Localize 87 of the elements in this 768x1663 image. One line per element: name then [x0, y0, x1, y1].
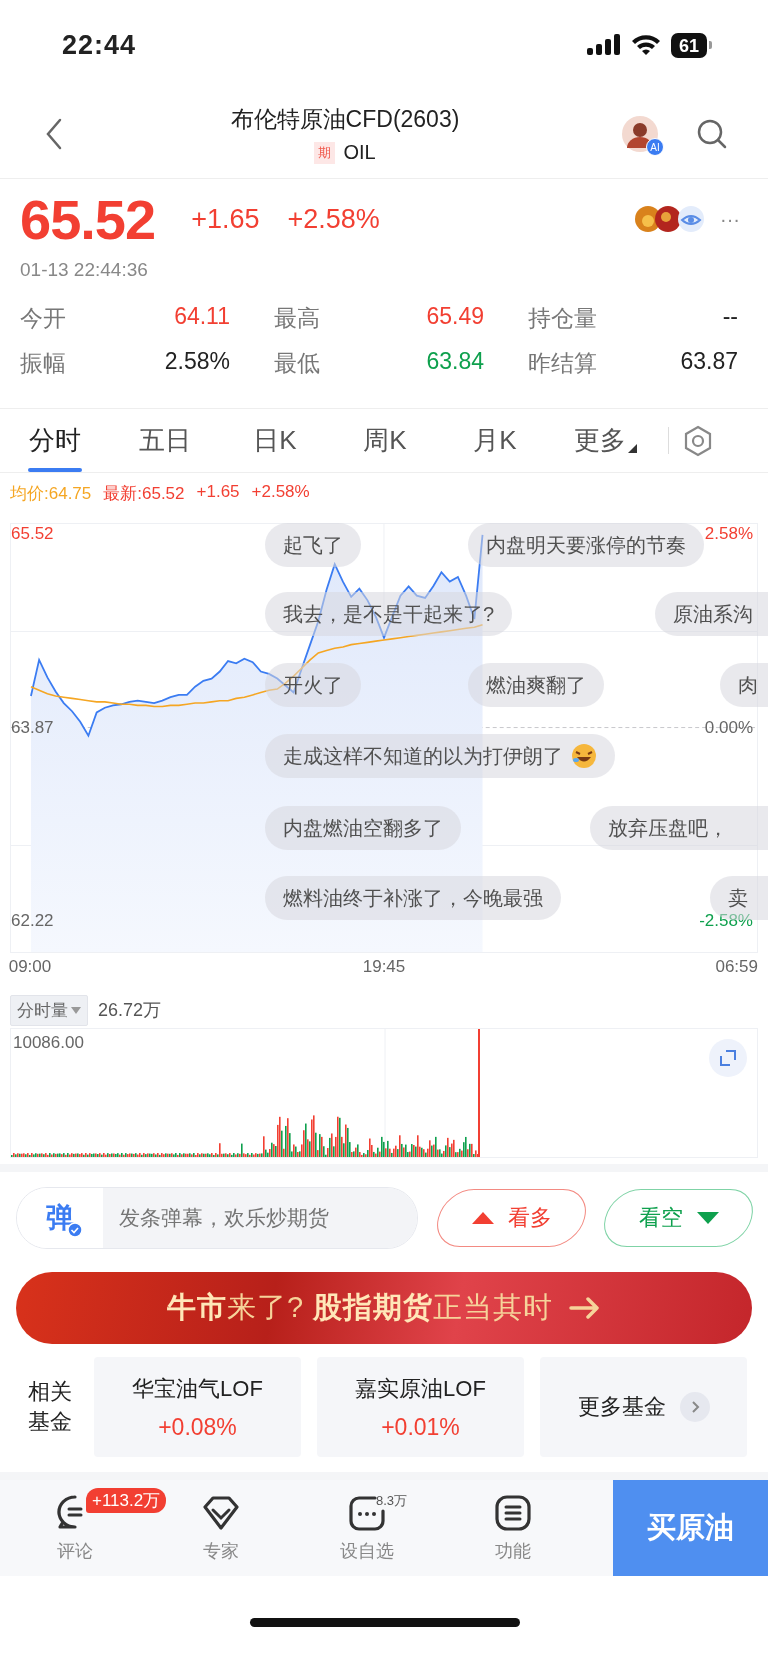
chart-tab[interactable]: 五日	[110, 409, 220, 472]
avatar-stack-icon[interactable]	[634, 205, 706, 233]
search-icon[interactable]	[696, 118, 728, 150]
dropdown-icon	[71, 1006, 81, 1014]
total-volume: 26.72万	[98, 999, 162, 1022]
chart-tab[interactable]: 周K	[330, 409, 440, 472]
price-change: +1.65	[191, 203, 260, 235]
fund-name: 嘉实原油LOF	[355, 1374, 486, 1403]
signal-icon	[586, 34, 621, 56]
up-triangle-icon	[471, 1212, 494, 1224]
axis-label: 09:00	[8, 957, 52, 977]
arrow-right-icon	[569, 1297, 602, 1319]
list-icon	[493, 1493, 533, 1533]
stat-value: 65.49	[426, 303, 484, 331]
comment-bubble: 走成这样不知道的以为打伊朗了	[265, 734, 615, 778]
fund-card[interactable]: 嘉实原油LOF +0.01%	[317, 1357, 524, 1457]
fund-change: +0.08%	[158, 1413, 237, 1441]
quote-timestamp: 01-13 22:44:36	[20, 259, 149, 281]
stat-label: 持仓量	[528, 304, 597, 333]
stat-label: 最高	[274, 304, 320, 333]
stat-value: 63.84	[426, 348, 484, 376]
promo-banner[interactable]: 牛市来了? 股指期货正当其时	[16, 1272, 752, 1344]
latest-price: 最新:65.52	[103, 483, 185, 505]
chevron-right-icon	[679, 1392, 710, 1422]
stat-label: 今开	[20, 304, 66, 333]
expand-icon[interactable]	[709, 1039, 747, 1077]
more-funds-text: 更多基金	[577, 1393, 666, 1421]
wifi-icon	[630, 34, 661, 56]
count-badge: +113.2万	[86, 1488, 167, 1513]
comment-bubble: 开火了	[265, 663, 361, 707]
nav-item[interactable]: 功能	[440, 1480, 586, 1576]
futures-tag: 期	[314, 141, 336, 164]
stat-label: 最低	[274, 349, 320, 378]
chart-tab[interactable]: 更多	[550, 409, 660, 472]
axis-label: 2.58%	[704, 524, 753, 544]
comment-bubble: 燃料油终于补涨了，今晚最强	[265, 876, 561, 920]
percent-change: +2.58%	[251, 482, 310, 503]
comment-bubble: 内盘燃油空翻多了	[265, 806, 461, 850]
axis-label: 06:59	[715, 957, 758, 977]
ai-badge: AI	[646, 138, 664, 156]
clock-time: 22:44	[62, 29, 137, 61]
axis-label: 62.22	[11, 911, 54, 931]
danmaku-label: 弹	[46, 1201, 74, 1235]
volume-selector[interactable]: 分时量	[10, 994, 88, 1026]
diamond-check-icon	[201, 1493, 241, 1533]
battery-level: 61	[670, 32, 707, 58]
comment-bubble: 我去，是不是干起来了?	[265, 592, 513, 636]
stat-value: 64.11	[174, 303, 230, 331]
axis-label: 19:45	[362, 957, 406, 977]
average-price: 均价:64.75	[10, 483, 92, 505]
stat-label: 振幅	[20, 349, 66, 378]
fund-card[interactable]: 华宝油气LOF +0.08%	[94, 1357, 301, 1457]
comment-bubble: 内盘明天要涨停的节奏	[468, 523, 704, 567]
comment-field[interactable]: 发条弹幕，欢乐炒期货	[103, 1188, 417, 1248]
section-label: 相关基金	[28, 1378, 73, 1436]
axis-label: 63.87	[11, 717, 54, 738]
comment-bubble: 起飞了	[265, 523, 361, 567]
watch-count: 8.3万	[376, 1492, 408, 1510]
banner-text: 牛市来了? 股指期货正当其时	[166, 1290, 554, 1325]
chart-tab[interactable]: 日K	[220, 409, 330, 472]
fund-change: +0.01%	[381, 1413, 460, 1441]
comment-bubble: 放弃压盘吧，	[590, 806, 768, 850]
stat-value: 63.87	[680, 348, 738, 376]
stat-value: 2.58%	[164, 348, 230, 376]
comment-bubble: 原油系沟	[655, 592, 768, 636]
symbol-code: OIL	[343, 141, 376, 164]
stat-label: 昨结算	[528, 349, 597, 378]
price-change: +1.65	[196, 482, 240, 503]
down-triangle-icon	[696, 1212, 719, 1224]
chart-tab[interactable]: 分时	[0, 409, 110, 472]
stat-value: --	[722, 303, 738, 331]
avatar-icon[interactable]	[622, 116, 658, 152]
buy-button[interactable]: 买原油	[613, 1480, 768, 1576]
chart-tab[interactable]: 月K	[440, 409, 550, 472]
axis-label: 65.52	[11, 524, 54, 544]
settings-icon[interactable]	[683, 424, 713, 457]
axis-label: 0.00%	[704, 717, 753, 738]
comment-bubble: 肉	[720, 663, 768, 707]
page-title: 布伦特原油CFD(2603)	[230, 105, 460, 134]
more-funds-card[interactable]: 更多基金	[540, 1357, 747, 1457]
axis-label: -2.58%	[699, 911, 753, 931]
fund-name: 华宝油气LOF	[132, 1374, 263, 1403]
last-price: 65.52	[20, 186, 156, 252]
comment-bubble: 燃油爽翻了	[468, 663, 604, 707]
axis-label: 10086.00	[13, 1033, 84, 1053]
percent-change: +2.58%	[287, 203, 380, 235]
more-button[interactable]: ···	[720, 207, 740, 231]
